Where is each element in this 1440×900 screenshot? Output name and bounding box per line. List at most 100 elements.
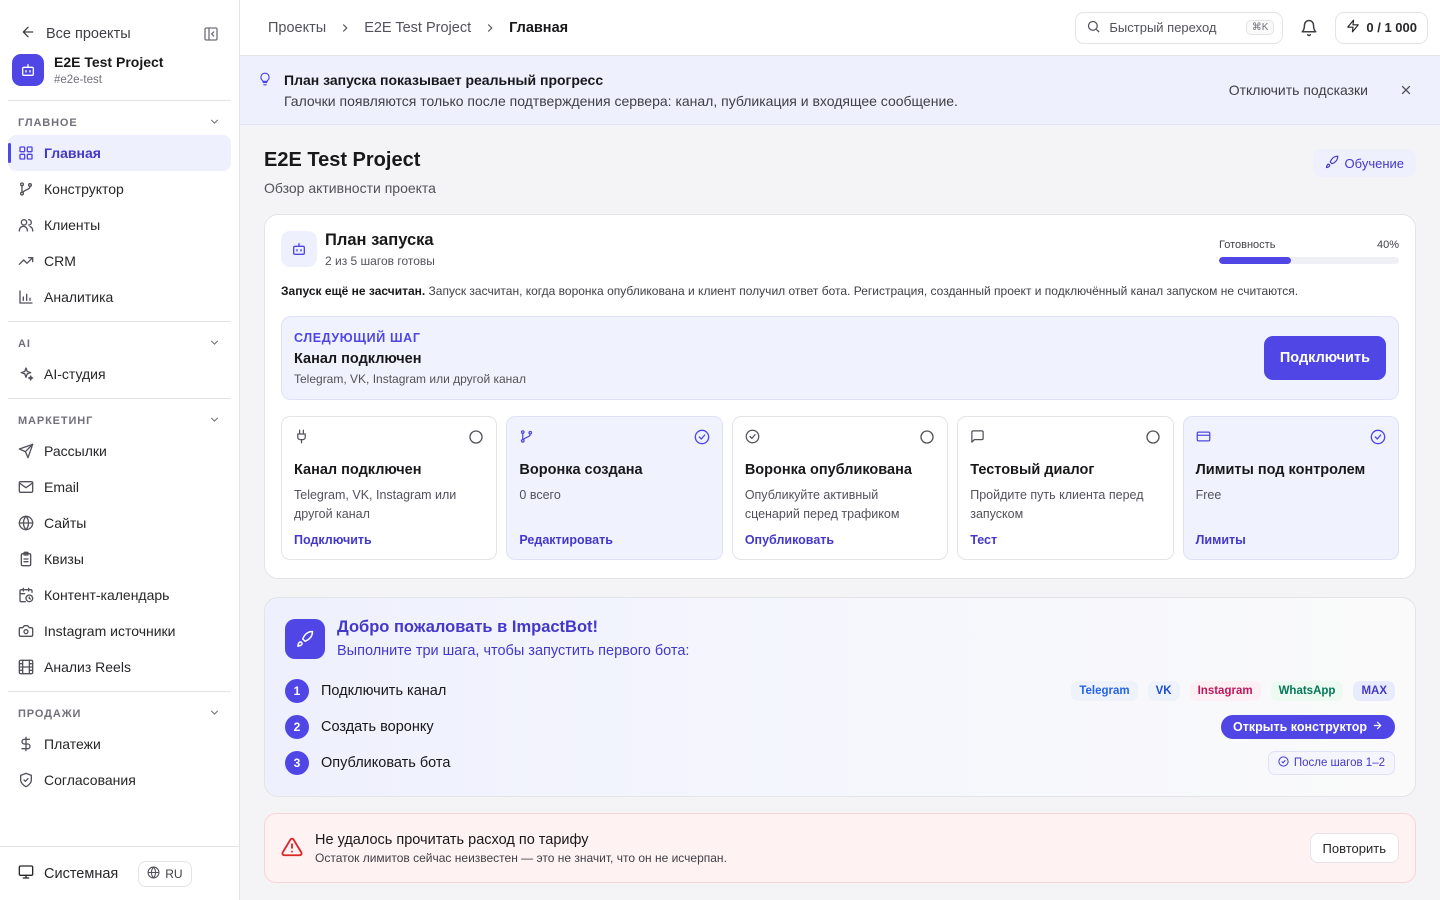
launch-notice-text: Запуск засчитан, когда воронка опубликов… (425, 284, 1299, 298)
sidebar-item-label: AI-студия (44, 366, 106, 382)
arrow-right-icon (1372, 720, 1383, 734)
sidebar-item-trending-up[interactable]: CRM (8, 243, 231, 279)
chevron-down-icon (208, 706, 221, 722)
search-icon (1086, 19, 1101, 37)
sidebar-item-users[interactable]: Клиенты (8, 207, 231, 243)
breadcrumb-projects[interactable]: Проекты (268, 20, 326, 36)
welcome-step: 3 Опубликовать бота После шагов 1–2 (285, 745, 1395, 781)
nav-section-header[interactable]: ПРОДАЖИ (8, 698, 231, 726)
channel-chip-whatsapp[interactable]: WhatsApp (1270, 681, 1344, 701)
launch-step-title: Воронка опубликована (744, 462, 912, 478)
sidebar-item-label: Платежи (44, 736, 101, 752)
channel-chip-max[interactable]: MAX (1353, 681, 1395, 701)
welcome-card: Добро пожаловать в ImpactBot! Выполните … (264, 597, 1416, 797)
breadcrumb-current: Главная (509, 19, 569, 36)
breadcrumb-project[interactable]: E2E Test Project (364, 20, 471, 36)
sidebar-item-sparkles[interactable]: AI-студия (8, 356, 231, 392)
channel-chips: Telegram VK Instagram WhatsApp MAX (1071, 681, 1395, 701)
channel-chip-vk[interactable]: VK (1147, 681, 1180, 701)
sidebar-item-camera[interactable]: Instagram источники (8, 613, 231, 649)
language-switcher[interactable]: RU (138, 860, 192, 887)
launch-step-card: Воронка опубликована Опубликуйте активный… (731, 416, 949, 560)
sidebar-item-globe[interactable]: Сайты (8, 505, 231, 541)
launch-step-title: Канал подключен (294, 462, 422, 478)
sidebar-item-clipboard[interactable]: Квизы (8, 541, 231, 577)
project-slug: #e2e-test (54, 74, 102, 86)
launch-step-title: Лимиты под контролем (1195, 462, 1366, 478)
sidebar-item-label: Квизы (44, 551, 84, 567)
collapse-sidebar-icon[interactable] (201, 24, 221, 44)
launch-step-action[interactable]: Подключить (294, 533, 484, 547)
launch-step-action[interactable]: Опубликовать (745, 533, 935, 547)
usage-error-alert: Не удалось прочитать расход по тарифу Ос… (264, 813, 1416, 883)
after-steps-label: После шагов 1–2 (1293, 757, 1385, 769)
nav-section-header[interactable]: ГЛАВНОЕ (8, 107, 231, 135)
disable-hints-button[interactable]: Отключить подсказки (1229, 82, 1368, 98)
git-branch-icon (519, 429, 534, 448)
launch-step-title: Воронка создана (519, 462, 643, 478)
error-title: Не удалось прочитать расход по тарифу (315, 831, 589, 848)
step-number: 1 (285, 679, 309, 703)
sidebar-item-send[interactable]: Рассылки (8, 433, 231, 469)
open-builder-button[interactable]: Открыть конструктор (1221, 715, 1395, 739)
launch-steps: Канал подключен Telegram, VK, Instagram и… (281, 416, 1400, 560)
sidebar-item-dollar[interactable]: Платежи (8, 726, 231, 762)
launch-step-action[interactable]: Редактировать (519, 533, 709, 547)
error-subtitle: Остаток лимитов сейчас неизвестен — это … (315, 850, 727, 865)
arrow-left-icon (20, 24, 36, 44)
launch-step-card: Воронка создана 0 всего Редактировать (506, 416, 723, 560)
credits-value: 0 / 1 000 (1366, 20, 1417, 35)
project-name: E2E Test Project (54, 54, 164, 70)
check-circle-icon (1370, 429, 1386, 448)
retry-button[interactable]: Повторить (1309, 833, 1399, 863)
credits-counter[interactable]: 0 / 1 000 (1335, 11, 1428, 44)
sidebar-item-film[interactable]: Анализ Reels (8, 649, 231, 685)
page-title: E2E Test Project (264, 149, 421, 171)
breadcrumb: Проекты E2E Test Project Главная (268, 20, 1075, 36)
chevron-down-icon (208, 336, 221, 352)
sidebar-item-shield-check[interactable]: Согласования (8, 762, 231, 798)
sidebar-item-calendar-clock[interactable]: Контент-календарь (8, 577, 231, 613)
globe-icon (18, 515, 34, 531)
sidebar-item-label: Контент-календарь (44, 587, 170, 603)
quick-jump-search[interactable]: Быстрый переход ⌘K (1075, 11, 1284, 44)
bot-icon (12, 54, 44, 86)
layout-grid-icon (18, 145, 34, 161)
zap-icon (1346, 19, 1360, 36)
sidebar-item-label: Конструктор (44, 181, 124, 197)
connect-button[interactable]: Подключить (1263, 336, 1386, 380)
nav-section: ГЛАВНОЕ Главная Конструктор Клиенты CRM Анали… (8, 100, 231, 321)
tutorial-button[interactable]: Обучение (1312, 149, 1416, 177)
sidebar-item-bar-chart[interactable]: Аналитика (8, 279, 231, 315)
channel-chip-instagram[interactable]: Instagram (1189, 681, 1261, 701)
project-switcher[interactable]: E2E Test Project #e2e-test (0, 54, 239, 100)
sidebar-item-mail[interactable]: Email (8, 469, 231, 505)
sidebar-item-label: Рассылки (44, 443, 107, 459)
launch-plan-card: План запуска 2 из 5 шагов готовы Готовно… (264, 214, 1416, 579)
readiness-bar-fill (1219, 257, 1291, 264)
nav-section-header[interactable]: AI (8, 328, 231, 356)
launch-step-card: Лимиты под контролем Free Лимиты (1182, 416, 1400, 560)
launch-step-action[interactable]: Лимиты (1196, 533, 1386, 547)
launch-step-action[interactable]: Тест (970, 533, 1160, 547)
chevron-down-icon (208, 413, 221, 429)
back-label: Все проекты (46, 26, 131, 42)
channel-chip-telegram[interactable]: Telegram (1071, 681, 1138, 701)
sidebar-item-git-branch[interactable]: Конструктор (8, 171, 231, 207)
close-icon[interactable] (1398, 82, 1414, 98)
welcome-title: Добро пожаловать в ImpactBot! (337, 618, 599, 636)
bar-chart-icon (18, 289, 34, 305)
film-icon (18, 659, 34, 675)
nav-section-header[interactable]: МАРКЕТИНГ (8, 405, 231, 433)
sidebar-item-label: Главная (44, 145, 101, 161)
quick-jump-placeholder: Быстрый переход (1109, 20, 1217, 35)
sidebar-item-layout-grid[interactable]: Главная (8, 135, 231, 171)
bell-icon[interactable] (1293, 12, 1325, 44)
readiness-value: 40% (1376, 239, 1399, 251)
back-to-projects-link[interactable]: Все проекты (20, 24, 131, 44)
shield-check-icon (18, 772, 34, 788)
sidebar-item-label: Аналитика (44, 289, 114, 305)
tutorial-label: Обучение (1344, 155, 1404, 171)
theme-toggle[interactable]: Системная (18, 864, 118, 884)
next-step-title: Канал подключен (294, 350, 422, 367)
